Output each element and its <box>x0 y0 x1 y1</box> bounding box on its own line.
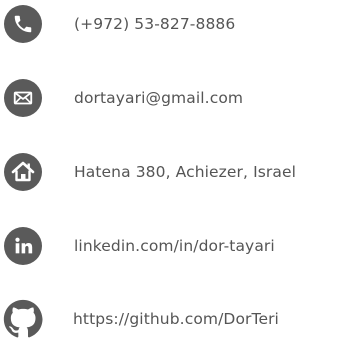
contact-list: (+972) 53-827-8886 dortayari@gmail.com H… <box>0 0 355 344</box>
envelope-icon <box>4 79 42 117</box>
home-icon <box>4 153 42 191</box>
phone-text: (+972) 53-827-8886 <box>74 15 236 33</box>
contact-email[interactable]: dortayari@gmail.com <box>4 78 355 118</box>
github-text: https://github.com/DorTeri <box>73 310 279 328</box>
contact-linkedin[interactable]: linkedin.com/in/dor-tayari <box>4 226 355 266</box>
address-text: Hatena 380, Achiezer, Israel <box>74 163 297 181</box>
contact-phone[interactable]: (+972) 53-827-8886 <box>4 4 355 44</box>
linkedin-text: linkedin.com/in/dor-tayari <box>74 237 275 255</box>
contact-github[interactable]: https://github.com/DorTeri <box>3 299 355 339</box>
github-icon <box>3 299 43 339</box>
linkedin-icon <box>4 227 42 265</box>
contact-address: Hatena 380, Achiezer, Israel <box>4 152 355 192</box>
email-text: dortayari@gmail.com <box>74 89 244 107</box>
phone-icon <box>4 5 42 43</box>
